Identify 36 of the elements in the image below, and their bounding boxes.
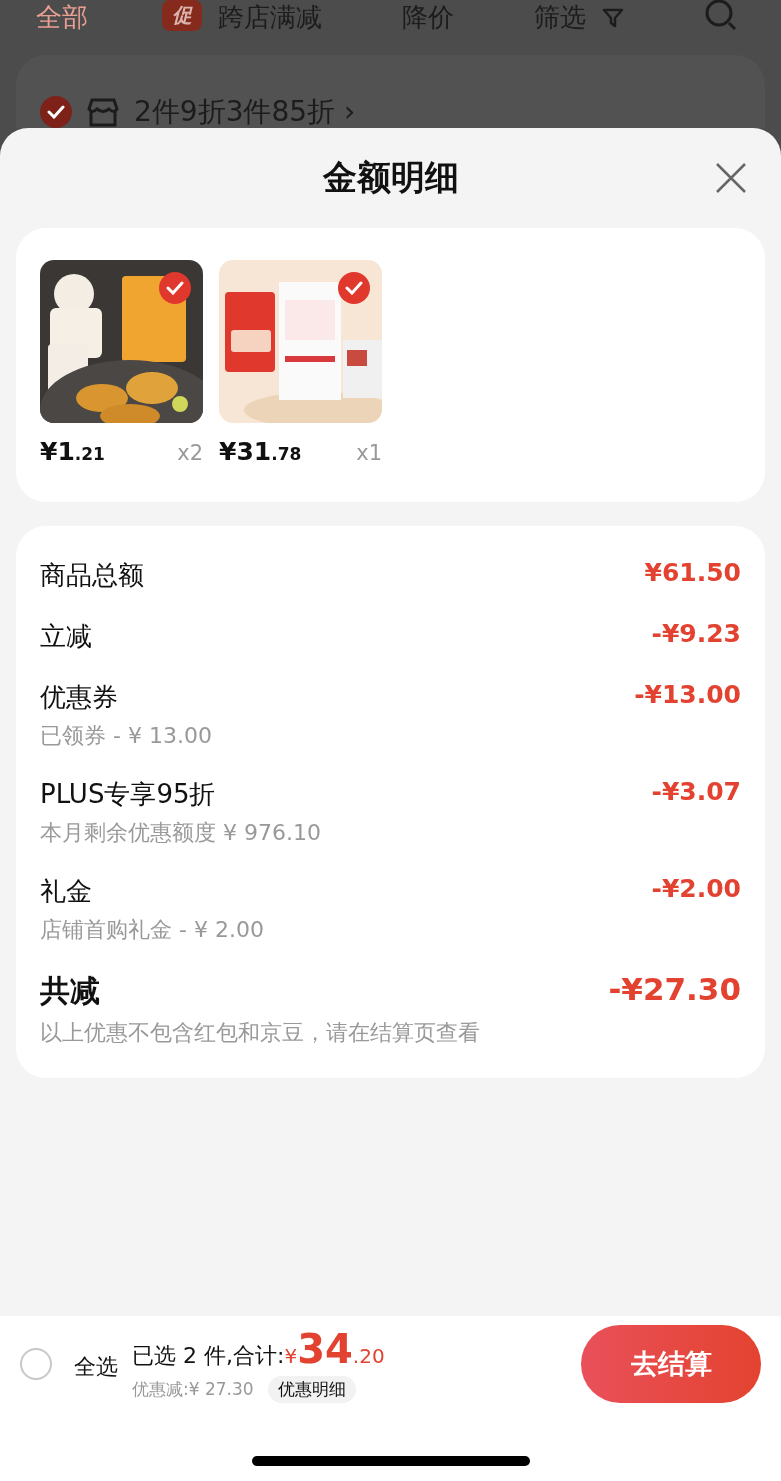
breakdown-amount: -¥13.00 xyxy=(634,680,741,711)
promo-badge: 促 xyxy=(162,0,202,31)
breakdown-label: 共减 xyxy=(40,972,101,1010)
check-icon xyxy=(345,281,363,295)
store-icon xyxy=(86,97,120,127)
total-text: 已选 2 件,合计:¥34.20 xyxy=(132,1325,386,1372)
breakdown-note: 已领券 - ¥ 13.00 xyxy=(40,722,213,750)
breakdown-note: 本月剩余优惠额度 ¥ 976.10 xyxy=(40,819,322,847)
sheet-title: 金额明细 xyxy=(322,156,459,199)
select-all-label[interactable]: 全选 xyxy=(74,1352,118,1382)
breakdown-label: 优惠券 xyxy=(40,681,119,714)
breakdown-label: 商品总额 xyxy=(40,559,145,592)
product-quantity: x1 xyxy=(356,441,382,465)
breakdown-amount: -¥3.07 xyxy=(651,777,741,808)
select-all-checkbox[interactable] xyxy=(20,1348,52,1380)
breakdown-amount: -¥27.30 xyxy=(608,971,741,1009)
product-quantity: x2 xyxy=(177,441,203,465)
product-price: ¥1.21 xyxy=(40,437,105,466)
breakdown-label: 礼金 xyxy=(40,875,93,908)
filter-tab[interactable]: 全部 xyxy=(36,0,88,35)
breakdown-amount: -¥2.00 xyxy=(651,874,741,905)
breakdown-note: 店铺首购礼金 - ¥ 2.00 xyxy=(40,916,265,944)
filter-icon xyxy=(602,6,624,29)
breakdown-label: 立减 xyxy=(40,620,93,653)
breakdown-amount: -¥9.23 xyxy=(651,619,741,650)
discount-text: 优惠减:¥ 27.30 xyxy=(132,1377,254,1401)
store-checkbox[interactable] xyxy=(40,96,72,128)
discount-details-button[interactable]: 优惠明细 xyxy=(267,1375,356,1403)
breakdown-note: 以上优惠不包含红包和京豆，请在结算页查看 xyxy=(40,1019,481,1047)
breakdown-label: PLUS专享95折 xyxy=(40,778,217,811)
close-icon[interactable] xyxy=(715,162,747,194)
check-icon xyxy=(166,281,184,295)
checkout-button[interactable]: 去结算 xyxy=(581,1325,761,1403)
product-price: ¥31.78 xyxy=(219,437,302,466)
check-icon xyxy=(47,105,65,119)
breakdown-amount: ¥61.50 xyxy=(644,558,741,589)
